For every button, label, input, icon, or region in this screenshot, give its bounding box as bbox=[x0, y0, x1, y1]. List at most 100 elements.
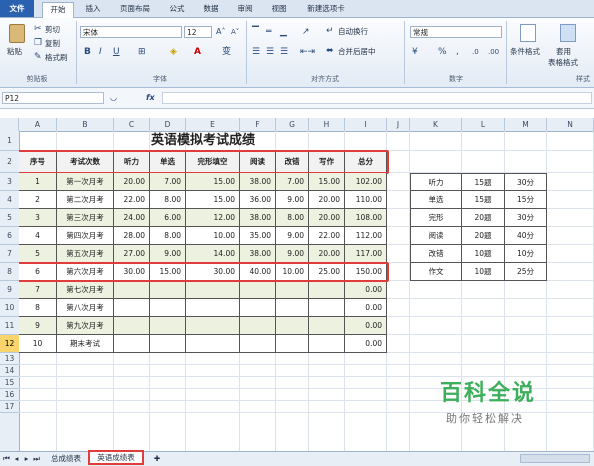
row-header[interactable]: 7 bbox=[0, 245, 19, 263]
table-cell[interactable]: 10分 bbox=[505, 245, 547, 263]
table-cell[interactable]: 4 bbox=[19, 227, 57, 245]
table-cell[interactable]: 完形 bbox=[410, 209, 462, 227]
table-cell[interactable] bbox=[114, 281, 150, 299]
table-cell[interactable]: 10.00 bbox=[186, 227, 240, 245]
table-cell[interactable] bbox=[150, 281, 186, 299]
table-cell[interactable]: 38.00 bbox=[240, 245, 276, 263]
orientation-icon[interactable]: ↗ bbox=[302, 26, 310, 38]
table-cell[interactable]: 12.00 bbox=[186, 209, 240, 227]
tab-formulas[interactable]: 公式 bbox=[164, 2, 190, 16]
row-header[interactable]: 4 bbox=[0, 191, 19, 209]
table-cell[interactable]: 9.00 bbox=[276, 245, 309, 263]
first-sheet-arrow-icon[interactable]: ⏮ bbox=[2, 452, 11, 465]
table-cell[interactable]: 20题 bbox=[462, 227, 505, 245]
conditional-format-button[interactable]: 条件格式 bbox=[510, 22, 546, 68]
align-center-icon[interactable]: ☰ bbox=[266, 46, 274, 58]
row-header[interactable]: 11 bbox=[0, 317, 19, 335]
column-header[interactable]: L bbox=[462, 118, 505, 131]
column-header[interactable]: I bbox=[345, 118, 387, 131]
format-as-table-button[interactable]: 套用 表格格式 bbox=[548, 22, 588, 68]
paste-button[interactable]: 粘贴 bbox=[4, 22, 30, 56]
table-cell[interactable]: 0.00 bbox=[345, 281, 387, 299]
align-right-icon[interactable]: ☰ bbox=[280, 46, 288, 58]
table-cell[interactable] bbox=[186, 281, 240, 299]
name-box[interactable]: P12 bbox=[2, 92, 104, 104]
table-cell[interactable] bbox=[240, 299, 276, 317]
insert-function-icon[interactable]: fx bbox=[146, 92, 155, 104]
table-cell[interactable]: 22.00 bbox=[114, 191, 150, 209]
tab-page-layout[interactable]: 页面布局 bbox=[114, 2, 156, 16]
table-cell[interactable]: 30分 bbox=[505, 173, 547, 191]
table-cell[interactable] bbox=[186, 335, 240, 353]
table-cell[interactable]: 第二次月考 bbox=[57, 191, 114, 209]
table-cell[interactable]: 2 bbox=[19, 191, 57, 209]
table-cell[interactable]: 10题 bbox=[462, 245, 505, 263]
table-cell[interactable]: 20题 bbox=[462, 209, 505, 227]
column-header[interactable]: H bbox=[309, 118, 345, 131]
column-header[interactable]: A bbox=[19, 118, 57, 131]
column-header[interactable]: F bbox=[240, 118, 276, 131]
table-cell[interactable]: 117.00 bbox=[345, 245, 387, 263]
table-cell[interactable] bbox=[150, 299, 186, 317]
align-middle-icon[interactable]: ═ bbox=[266, 26, 271, 38]
table-cell[interactable] bbox=[114, 317, 150, 335]
grow-font-icon[interactable]: A˄ bbox=[216, 26, 225, 38]
table-cell[interactable]: 28.00 bbox=[114, 227, 150, 245]
table-cell[interactable]: 期末考试 bbox=[57, 335, 114, 353]
tab-new[interactable]: 新建选项卡 bbox=[300, 2, 352, 16]
table-cell[interactable]: 102.00 bbox=[345, 173, 387, 191]
column-header[interactable]: B bbox=[57, 118, 114, 131]
table-cell[interactable]: 阅读 bbox=[410, 227, 462, 245]
font-name-select[interactable]: 宋体 bbox=[80, 26, 182, 38]
table-cell[interactable]: 3 bbox=[19, 209, 57, 227]
table-cell[interactable]: 14.00 bbox=[186, 245, 240, 263]
table-cell[interactable]: 20.00 bbox=[309, 245, 345, 263]
column-header[interactable]: K bbox=[410, 118, 462, 131]
new-sheet-icon[interactable]: ✚ bbox=[150, 452, 164, 465]
table-cell[interactable]: 8.00 bbox=[150, 191, 186, 209]
table-cell[interactable]: 25分 bbox=[505, 263, 547, 281]
tab-view[interactable]: 视图 bbox=[266, 2, 292, 16]
table-cell[interactable]: 36.00 bbox=[240, 191, 276, 209]
next-sheet-arrow-icon[interactable]: ▸ bbox=[22, 452, 31, 465]
table-cell[interactable]: 27.00 bbox=[114, 245, 150, 263]
table-cell[interactable]: 0.00 bbox=[345, 317, 387, 335]
row-header[interactable]: 16 bbox=[0, 389, 19, 401]
table-cell[interactable]: 第八次月考 bbox=[57, 299, 114, 317]
row-header[interactable]: 2 bbox=[0, 151, 19, 173]
table-cell[interactable]: 15题 bbox=[462, 191, 505, 209]
table-cell[interactable]: 15.00 bbox=[186, 173, 240, 191]
table-cell[interactable]: 15分 bbox=[505, 191, 547, 209]
table-cell[interactable]: 35.00 bbox=[240, 227, 276, 245]
table-cell[interactable]: 20.00 bbox=[309, 209, 345, 227]
sheet-tab-english[interactable]: 英语成绩表 bbox=[88, 450, 144, 465]
copy-button[interactable]: 复制 bbox=[45, 38, 60, 49]
table-cell[interactable]: 单选 bbox=[410, 191, 462, 209]
table-cell[interactable] bbox=[114, 335, 150, 353]
table-cell[interactable]: 第五次月考 bbox=[57, 245, 114, 263]
column-header[interactable]: C bbox=[114, 118, 150, 131]
table-cell[interactable]: 108.00 bbox=[345, 209, 387, 227]
row-header[interactable]: 6 bbox=[0, 227, 19, 245]
row-header[interactable]: 12 bbox=[0, 335, 19, 353]
table-cell[interactable]: 6.00 bbox=[150, 209, 186, 227]
tab-file[interactable]: 文件 bbox=[0, 0, 34, 17]
last-sheet-arrow-icon[interactable]: ⏭ bbox=[32, 452, 41, 465]
table-cell[interactable]: 20.00 bbox=[309, 191, 345, 209]
column-header[interactable]: J bbox=[387, 118, 410, 131]
row-header[interactable]: 9 bbox=[0, 281, 19, 299]
row-header[interactable]: 5 bbox=[0, 209, 19, 227]
table-cell[interactable]: 38.00 bbox=[240, 209, 276, 227]
table-cell[interactable] bbox=[150, 335, 186, 353]
cancel-icon[interactable]: ◡ bbox=[110, 92, 117, 104]
shrink-font-icon[interactable]: A˅ bbox=[231, 26, 239, 38]
merge-center-button[interactable]: 合并后居中 bbox=[338, 46, 376, 57]
row-header[interactable]: 17 bbox=[0, 401, 19, 413]
percent-icon[interactable]: % bbox=[438, 46, 447, 58]
table-cell[interactable] bbox=[240, 281, 276, 299]
row-header[interactable]: 14 bbox=[0, 365, 19, 377]
row-header[interactable]: 15 bbox=[0, 377, 19, 389]
table-cell[interactable]: 0.00 bbox=[345, 335, 387, 353]
table-cell[interactable] bbox=[276, 299, 309, 317]
table-cell[interactable] bbox=[309, 335, 345, 353]
